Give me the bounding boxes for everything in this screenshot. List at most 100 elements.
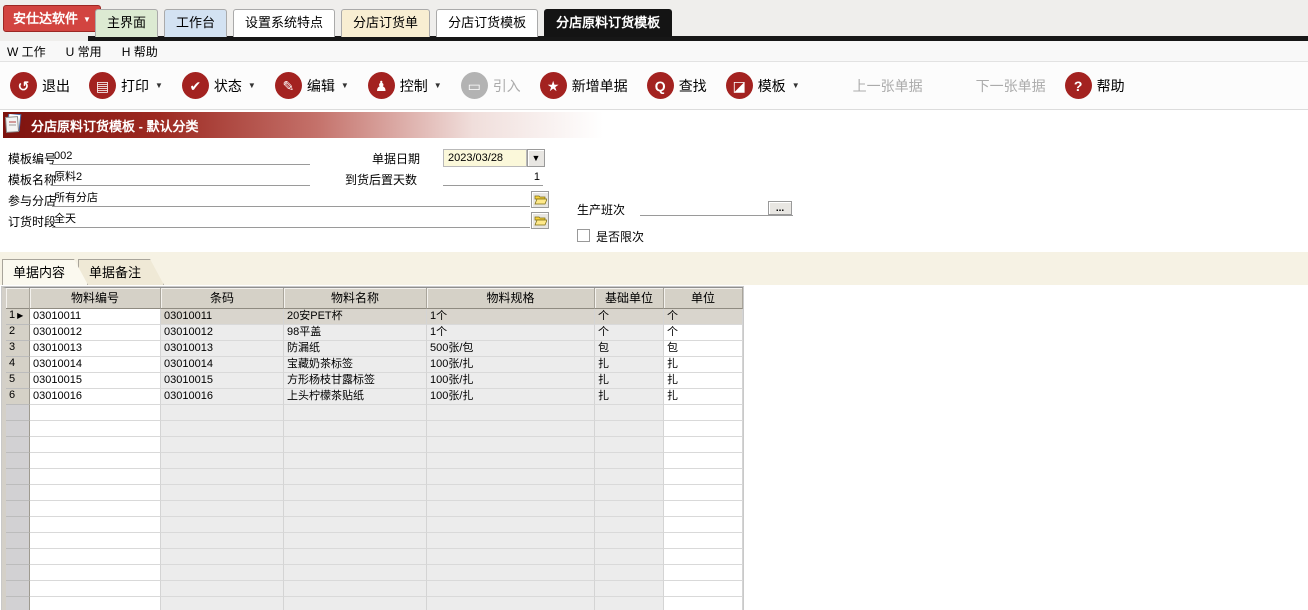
toolbar-button-退出[interactable]: ↺ 退出: [10, 72, 70, 99]
grid-cell[interactable]: [284, 501, 427, 517]
grid-cell[interactable]: [664, 437, 743, 453]
grid-cell[interactable]: 个: [664, 325, 743, 341]
grid-cell[interactable]: [595, 597, 664, 610]
grid-cell[interactable]: 03010015: [30, 373, 161, 389]
grid-cell[interactable]: 个: [664, 309, 743, 325]
grid-rownum-cell[interactable]: [6, 453, 30, 469]
grid-cell[interactable]: 包: [595, 341, 664, 357]
grid-header-rownum[interactable]: [6, 288, 30, 309]
grid-cell[interactable]: [30, 421, 161, 437]
grid-cell[interactable]: [30, 581, 161, 597]
grid-cell[interactable]: [427, 549, 595, 565]
grid-header-单位[interactable]: 单位: [664, 288, 743, 309]
timeslot-picker-button[interactable]: [531, 212, 549, 229]
grid-cell[interactable]: 扎: [595, 389, 664, 405]
grid-cell[interactable]: 防漏纸: [284, 341, 427, 357]
toolbar-button-模板[interactable]: ◪ 模板 ▼: [725, 72, 800, 99]
grid-rownum-cell[interactable]: [6, 597, 30, 610]
grid-cell[interactable]: [284, 469, 427, 485]
grid-cell[interactable]: [161, 485, 284, 501]
grid-cell[interactable]: [427, 421, 595, 437]
grid-rownum-cell[interactable]: [6, 437, 30, 453]
grid-cell[interactable]: [664, 549, 743, 565]
grid-cell[interactable]: [664, 421, 743, 437]
grid-cell[interactable]: [284, 533, 427, 549]
template-no-field[interactable]: 002: [52, 148, 310, 165]
grid-cell[interactable]: [30, 501, 161, 517]
limit-checkbox[interactable]: [577, 229, 590, 242]
menu-item-帮助[interactable]: H 帮助: [120, 43, 160, 60]
grid-cell[interactable]: 500张/包: [427, 341, 595, 357]
grid-cell[interactable]: [427, 597, 595, 610]
grid-cell[interactable]: [664, 533, 743, 549]
window-tab-分店原料订货模板[interactable]: 分店原料订货模板: [544, 9, 673, 37]
grid-cell[interactable]: 03010013: [30, 341, 161, 357]
grid-cell[interactable]: [161, 517, 284, 533]
grid-rownum-cell[interactable]: 4: [6, 357, 30, 373]
window-tab-设置系统特点[interactable]: 设置系统特点: [233, 9, 336, 37]
toolbar-button-新增单据[interactable]: ★ 新增单据: [539, 72, 628, 99]
grid-cell[interactable]: [664, 501, 743, 517]
grid-cell[interactable]: [161, 453, 284, 469]
doc-date-field[interactable]: 2023/03/28: [443, 149, 527, 167]
grid-cell[interactable]: [284, 597, 427, 610]
grid-cell[interactable]: [595, 581, 664, 597]
grid-cell[interactable]: [284, 581, 427, 597]
grid-cell[interactable]: 03010012: [30, 325, 161, 341]
toolbar-button-查找[interactable]: Q 查找: [646, 72, 707, 99]
grid-cell[interactable]: [284, 549, 427, 565]
stores-field[interactable]: 所有分店: [52, 190, 530, 207]
toolbar-button-编辑[interactable]: ✎ 编辑 ▼: [274, 72, 349, 99]
grid-cell[interactable]: 03010011: [161, 309, 284, 325]
grid-rownum-cell[interactable]: [6, 565, 30, 581]
grid-cell[interactable]: [595, 437, 664, 453]
grid-cell[interactable]: [427, 405, 595, 421]
grid-cell[interactable]: 个: [595, 325, 664, 341]
grid-cell[interactable]: [427, 581, 595, 597]
grid-rownum-cell[interactable]: [6, 485, 30, 501]
brand-menu-button[interactable]: 安仕达软件 ▼: [3, 5, 101, 32]
grid-cell[interactable]: [595, 421, 664, 437]
grid-cell[interactable]: [30, 453, 161, 469]
grid-cell[interactable]: [30, 597, 161, 610]
content-tab-单据内容[interactable]: 单据内容: [2, 259, 88, 285]
grid-cell[interactable]: 宝藏奶茶标签: [284, 357, 427, 373]
grid-cell[interactable]: [427, 485, 595, 501]
grid-header-物料编号[interactable]: 物料编号: [30, 288, 161, 309]
grid-rownum-cell[interactable]: [6, 517, 30, 533]
grid-cell[interactable]: 扎: [664, 389, 743, 405]
grid-cell[interactable]: 03010016: [161, 389, 284, 405]
grid-cell[interactable]: 100张/扎: [427, 373, 595, 389]
grid-rownum-cell[interactable]: [6, 581, 30, 597]
grid-cell[interactable]: [427, 437, 595, 453]
grid-cell[interactable]: 1个: [427, 309, 595, 325]
grid-cell[interactable]: 03010015: [161, 373, 284, 389]
grid-cell[interactable]: [595, 565, 664, 581]
grid-cell[interactable]: [161, 565, 284, 581]
template-name-field[interactable]: 原料2: [52, 169, 310, 186]
stores-picker-button[interactable]: [531, 191, 549, 208]
timeslot-field[interactable]: 全天: [52, 211, 530, 228]
grid-cell[interactable]: [30, 533, 161, 549]
arrival-days-field[interactable]: 1: [443, 169, 543, 186]
grid-cell[interactable]: [161, 581, 284, 597]
menu-item-工作[interactable]: W 工作: [5, 43, 48, 60]
grid-cell[interactable]: [30, 549, 161, 565]
grid-cell[interactable]: [664, 565, 743, 581]
toolbar-button-帮助[interactable]: ? 帮助: [1064, 72, 1125, 99]
grid-cell[interactable]: [664, 581, 743, 597]
content-tab-单据备注[interactable]: 单据备注: [78, 259, 164, 285]
grid-cell[interactable]: 100张/扎: [427, 389, 595, 405]
grid-header-基础单位[interactable]: 基础单位: [595, 288, 664, 309]
window-tab-工作台[interactable]: 工作台: [164, 9, 228, 37]
grid-rownum-cell[interactable]: 3: [6, 341, 30, 357]
grid-rownum-cell[interactable]: 6: [6, 389, 30, 405]
grid-cell[interactable]: [284, 437, 427, 453]
grid-cell[interactable]: 包: [664, 341, 743, 357]
grid-cell[interactable]: [161, 469, 284, 485]
toolbar-button-打印[interactable]: ▤ 打印 ▼: [89, 72, 163, 99]
grid-cell[interactable]: [284, 421, 427, 437]
window-tab-分店订货单[interactable]: 分店订货单: [341, 9, 431, 37]
grid-cell[interactable]: [595, 485, 664, 501]
grid-cell[interactable]: 扎: [664, 357, 743, 373]
